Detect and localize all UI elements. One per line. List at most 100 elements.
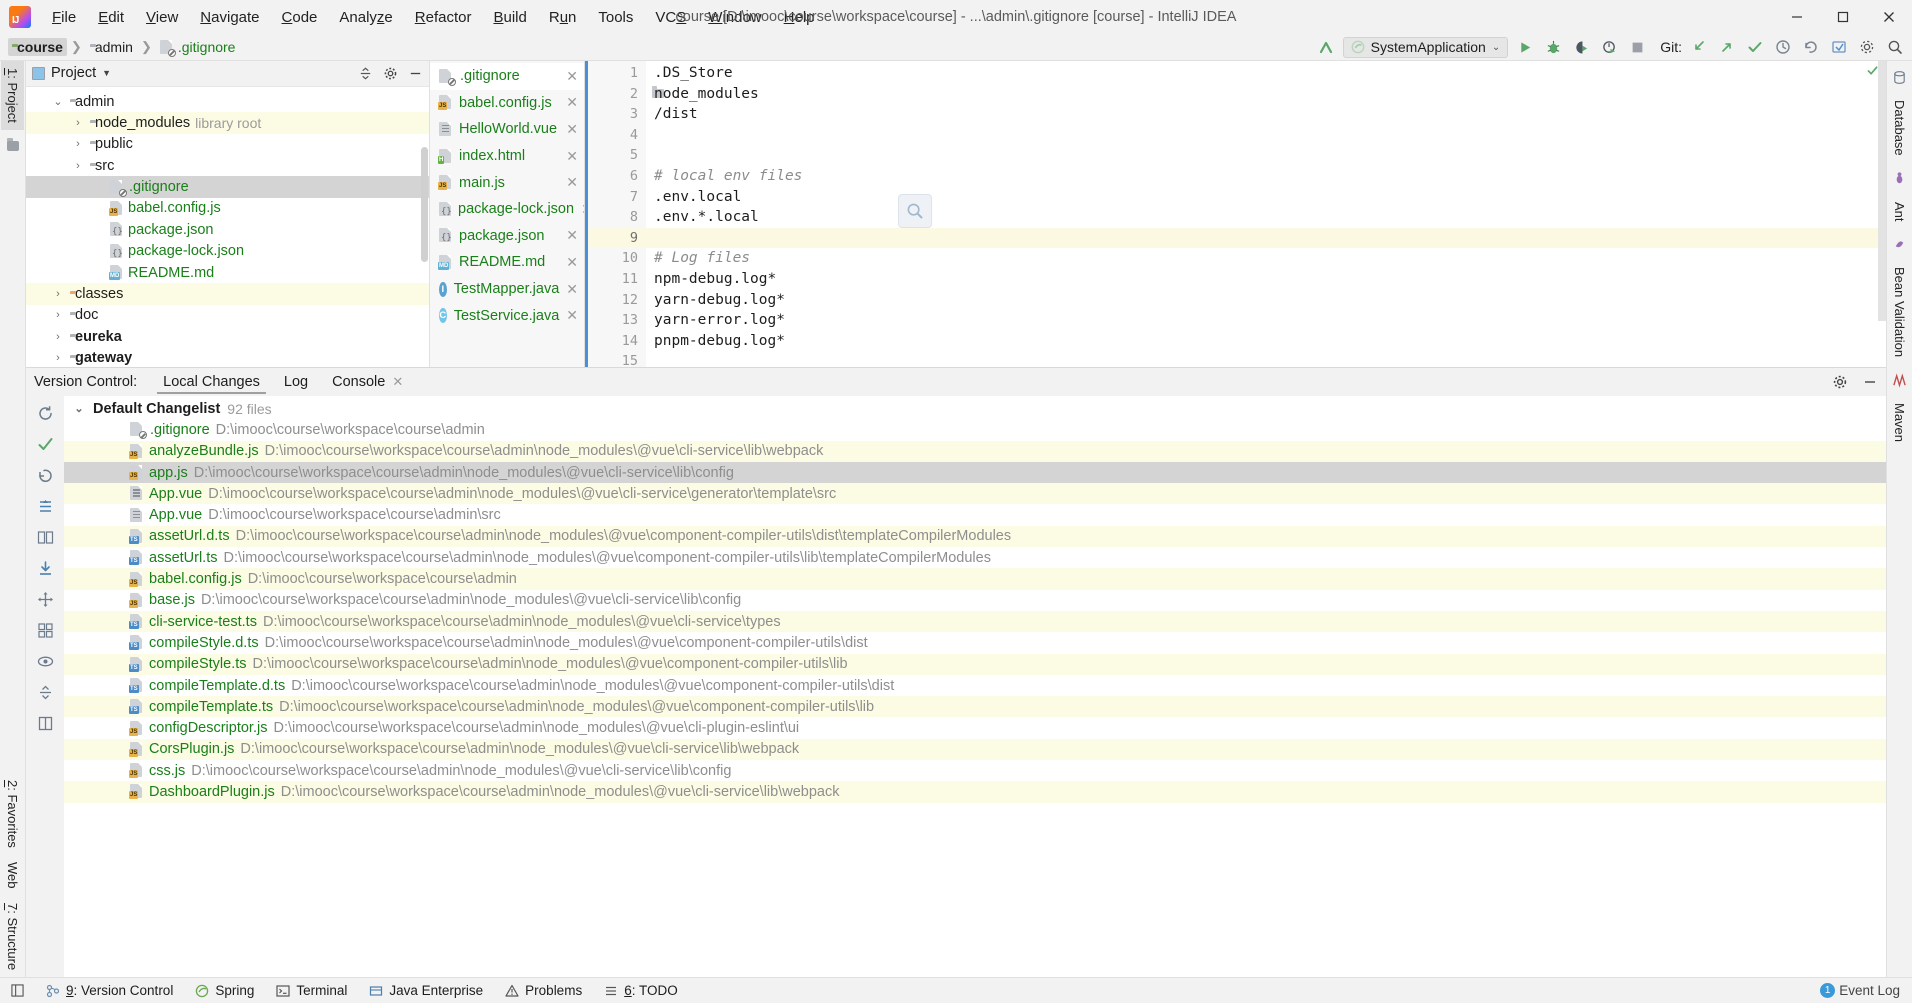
changed-file-row[interactable]: JS base.js D:\imooc\course\workspace\cours… xyxy=(64,590,1886,611)
tree-expand-arrow[interactable]: › xyxy=(71,117,85,129)
changed-file-row[interactable]: TS cli-service-test.ts D:\imooc\course\wor… xyxy=(64,610,1886,633)
sidebar-item-structure[interactable]: 7: Structure xyxy=(1,896,24,977)
tree-item-admin[interactable]: ⌄ admin xyxy=(26,91,429,112)
changed-file-row[interactable]: App.vue D:\imooc\course\workspace\course\… xyxy=(64,483,1886,505)
code-line[interactable] xyxy=(646,145,1886,166)
changelist-header[interactable]: ⌄ Default Changelist 92 files xyxy=(64,398,1886,419)
menu-item-edit[interactable]: Edit xyxy=(87,5,135,30)
changed-file-row[interactable]: JS CorsPlugin.js D:\imooc\course\workspace… xyxy=(64,738,1886,761)
profiler-icon[interactable] xyxy=(1598,37,1620,58)
code-line[interactable] xyxy=(646,227,1886,249)
chevron-down-icon[interactable]: ▼ xyxy=(102,68,111,78)
code-line[interactable]: # local env files xyxy=(646,166,1886,187)
sidebar-item-web[interactable]: Web xyxy=(1,855,24,896)
local-changes-list[interactable]: ⌄ Default Changelist 92 files .gitignore D:\… xyxy=(64,396,1886,977)
changed-file-row[interactable]: JS configDescriptor.js D:\imooc\course\wor… xyxy=(64,717,1886,738)
database-panel-icon[interactable] xyxy=(1891,68,1909,86)
close-button[interactable] xyxy=(1866,0,1912,34)
editor-tab-testmapper-java[interactable]: I TestMapper.java ✕ xyxy=(430,276,584,303)
group-by-icon[interactable] xyxy=(34,619,56,641)
gutter-line-number[interactable]: 13 xyxy=(588,310,646,331)
code-line[interactable]: yarn-debug.log* xyxy=(646,290,1886,311)
close-icon[interactable]: ✕ xyxy=(566,227,578,244)
menu-item-navigate[interactable]: Navigate xyxy=(189,5,270,30)
tab-log[interactable]: Log xyxy=(272,370,320,394)
commit-icon[interactable] xyxy=(34,433,56,455)
menu-item-help[interactable]: Help xyxy=(773,5,826,30)
tree-item-doc[interactable]: › doc xyxy=(26,305,429,326)
editor-tab-babel-config-js[interactable]: JS babel.config.js ✕ xyxy=(430,90,584,117)
changed-file-row[interactable]: JS DashboardPlugin.js D:\imooc\course\work… xyxy=(64,781,1886,803)
event-log-link[interactable]: Event Log xyxy=(1839,983,1900,998)
menu-item-file[interactable]: File xyxy=(41,5,87,30)
changed-file-row[interactable]: TS compileStyle.ts D:\imooc\course\workspa… xyxy=(64,653,1886,675)
changed-file-row[interactable]: .gitignore D:\imooc\course\workspace\cour… xyxy=(64,419,1886,440)
maven-panel-icon[interactable] xyxy=(1891,371,1909,389)
close-icon[interactable]: ✕ xyxy=(392,374,403,389)
gutter-line-number[interactable]: 9 xyxy=(588,227,646,249)
editor-tab-testservice-java[interactable]: C TestService.java ✕ xyxy=(430,302,584,329)
preview-icon[interactable] xyxy=(34,650,56,672)
code-line[interactable]: # Log files xyxy=(646,248,1886,269)
close-icon[interactable]: ✕ xyxy=(566,148,578,165)
run-icon[interactable] xyxy=(1514,37,1536,58)
code-line[interactable]: /dist xyxy=(646,104,1886,125)
tree-item-node-modules[interactable]: › node_modules library root xyxy=(26,112,429,134)
changed-file-row[interactable]: TS compileTemplate.d.ts D:\imooc\course\wo… xyxy=(64,675,1886,696)
gutter-line-number[interactable]: 2 xyxy=(588,84,664,105)
run-with-coverage-icon[interactable] xyxy=(1570,37,1592,58)
close-icon[interactable]: ✕ xyxy=(566,94,578,111)
changed-file-row[interactable]: TS compileTemplate.ts D:\imooc\course\work… xyxy=(64,696,1886,718)
tree-expand-arrow[interactable]: › xyxy=(51,309,65,321)
collapse-all-icon[interactable] xyxy=(358,66,373,81)
close-icon[interactable]: ✕ xyxy=(566,68,578,85)
bean-validation-icon[interactable] xyxy=(1891,235,1909,253)
update-project-icon[interactable] xyxy=(1828,37,1850,58)
code-line[interactable] xyxy=(646,351,1886,372)
editor-tab-package-lock-json[interactable]: {}package-lock.json✕ xyxy=(430,196,584,223)
code-line[interactable]: node_modules xyxy=(646,84,1886,105)
gutter-line-number[interactable]: 5 xyxy=(588,145,646,166)
gutter-line-number[interactable]: 3 xyxy=(588,104,646,125)
close-icon[interactable]: ✕ xyxy=(566,254,578,271)
shelve-icon[interactable] xyxy=(34,495,56,517)
menu-item-analyze[interactable]: Analyze xyxy=(328,5,403,30)
breadcrumb-item-course[interactable]: course xyxy=(8,38,67,56)
editor-tab-package-json[interactable]: {} package.json ✕ xyxy=(430,223,584,250)
push-icon[interactable] xyxy=(1716,37,1738,58)
sidebar-item-bean-validation[interactable]: Bean Validation xyxy=(1888,260,1911,364)
tree-item-gateway[interactable]: › gateway xyxy=(26,348,429,367)
tree-expand-arrow[interactable]: › xyxy=(51,331,65,343)
commit-icon[interactable] xyxy=(1744,37,1766,58)
status-item-version-control[interactable]: 9: Version Control xyxy=(35,978,184,1003)
tree-expand-arrow[interactable]: › xyxy=(71,160,85,172)
editor-tab-main-js[interactable]: JS main.js ✕ xyxy=(430,169,584,196)
menu-item-tools[interactable]: Tools xyxy=(587,5,644,30)
refresh-icon[interactable] xyxy=(34,402,56,424)
gutter-line-number[interactable]: 12 xyxy=(588,290,646,311)
rollback-icon[interactable] xyxy=(34,464,56,486)
settings-icon[interactable] xyxy=(383,66,398,81)
gutter-line-number[interactable]: 4 xyxy=(588,125,646,146)
gutter-line-number[interactable]: 15 xyxy=(588,351,646,372)
expand-collapse-icon[interactable] xyxy=(34,681,56,703)
code-line[interactable]: yarn-error.log* xyxy=(646,310,1886,331)
status-item-todo[interactable]: 6: TODO xyxy=(593,978,689,1003)
status-item-terminal[interactable]: Terminal xyxy=(265,978,358,1003)
gutter-line-number[interactable]: 11 xyxy=(588,269,646,290)
ant-panel-icon[interactable] xyxy=(1891,170,1909,188)
breadcrumb-item-gitignore[interactable]: .gitignore xyxy=(156,38,240,57)
menu-item-run[interactable]: Run xyxy=(538,5,588,30)
gutter-line-number[interactable]: 14 xyxy=(588,331,646,352)
tab-local-changes[interactable]: Local Changes xyxy=(151,370,272,394)
changed-file-row[interactable]: JS analyzeBundle.js D:\imooc\course\worksp… xyxy=(64,440,1886,462)
tree-item--gitignore[interactable]: .gitignore xyxy=(26,176,429,198)
code-line[interactable]: .env.local xyxy=(646,187,1886,208)
run-configuration-selector[interactable]: SystemApplication ⌄ xyxy=(1342,36,1509,58)
minimize-button[interactable] xyxy=(1774,0,1820,34)
editor-tab-helloworld-vue[interactable]: HelloWorld.vue ✕ xyxy=(430,116,584,143)
sidebar-item-ant[interactable]: Ant xyxy=(1888,195,1911,229)
build-icon[interactable] xyxy=(1315,37,1337,58)
tree-item-public[interactable]: › public xyxy=(26,134,429,155)
sidebar-item-maven[interactable]: Maven xyxy=(1888,396,1911,449)
